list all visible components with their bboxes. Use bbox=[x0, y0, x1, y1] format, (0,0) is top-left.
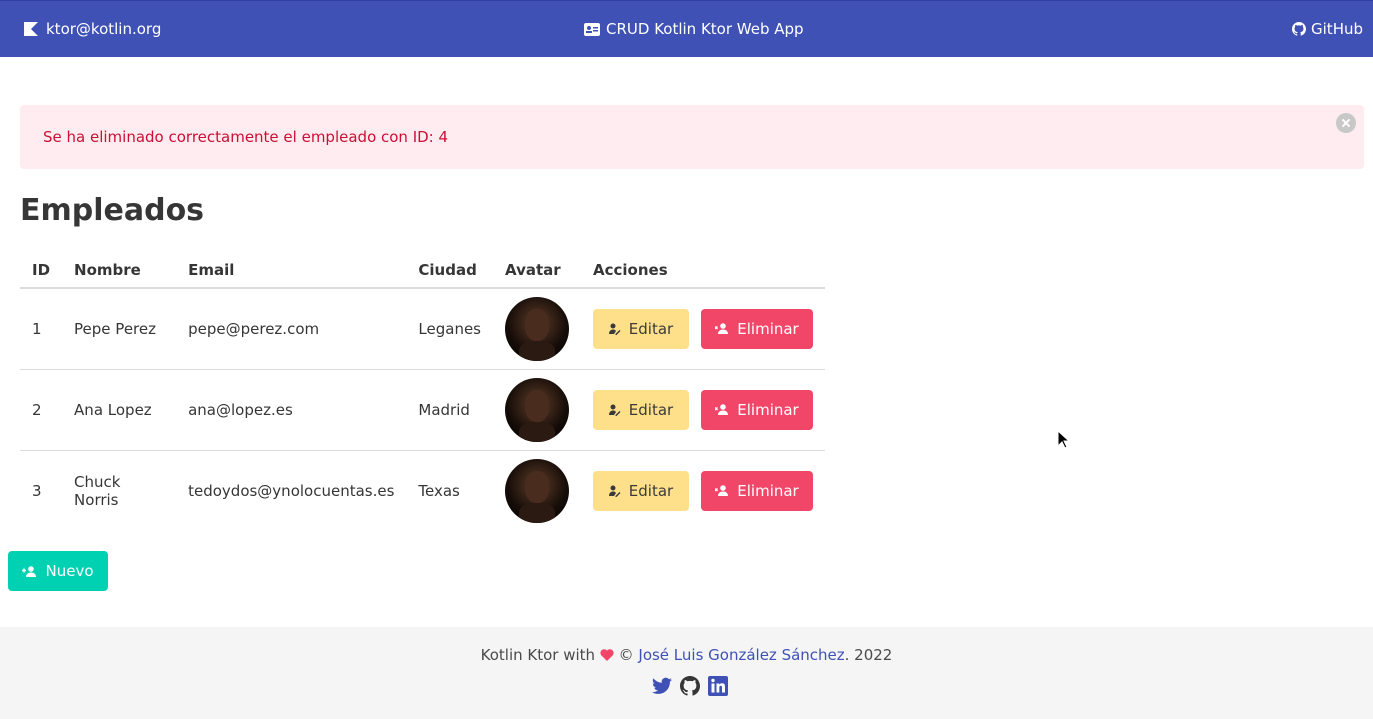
delete-button[interactable]: Eliminar bbox=[701, 389, 813, 430]
table-header-row: ID Nombre Email Ciudad Avatar Acciones bbox=[20, 252, 825, 289]
brand-text: ktor@kotlin.org bbox=[46, 20, 162, 38]
edit-button[interactable]: Editar bbox=[593, 308, 689, 349]
notification-message: Se ha eliminado correctamente el emplead… bbox=[43, 128, 449, 146]
heart-icon bbox=[600, 649, 614, 661]
github-icon[interactable] bbox=[680, 676, 700, 696]
navbar-brand[interactable]: ktor@kotlin.org bbox=[24, 19, 161, 39]
cell-id: 1 bbox=[20, 288, 63, 370]
delete-button[interactable]: Eliminar bbox=[701, 470, 813, 511]
user-edit-icon bbox=[608, 323, 621, 335]
user-add-icon bbox=[22, 565, 37, 577]
page-title: Empleados bbox=[20, 193, 205, 228]
cell-id: 3 bbox=[32, 481, 42, 500]
edit-label: Editar bbox=[628, 400, 674, 419]
cell-acciones: Editar Eliminar bbox=[581, 288, 825, 370]
footer: Kotlin Ktor with © José Luis González Sá… bbox=[0, 627, 1373, 719]
cell-email: pepe@perez.com bbox=[176, 288, 407, 370]
kotlin-logo-icon bbox=[24, 22, 38, 36]
id-card-icon bbox=[584, 22, 600, 36]
delete-label: Eliminar bbox=[737, 481, 799, 500]
avatar bbox=[505, 377, 569, 442]
user-remove-icon bbox=[715, 404, 729, 415]
cell-acciones: Editar Eliminar bbox=[581, 450, 825, 531]
cell-avatar bbox=[493, 369, 581, 451]
header-nombre: Nombre bbox=[62, 252, 177, 289]
edit-label: Editar bbox=[628, 319, 674, 338]
cell-ciudad: Madrid bbox=[406, 369, 493, 451]
table-row: 1 Pepe Perez pepe@perez.com Leganes Edit… bbox=[20, 288, 825, 370]
edit-label: Editar bbox=[628, 481, 674, 500]
edit-button[interactable]: Editar bbox=[593, 470, 689, 511]
cell-avatar bbox=[493, 450, 581, 531]
user-remove-icon bbox=[715, 323, 729, 335]
cell-acciones: Editar Eliminar bbox=[581, 369, 825, 451]
cell-email: ana@lopez.es bbox=[176, 369, 407, 451]
user-edit-icon bbox=[608, 485, 621, 497]
app-title: CRUD Kotlin Ktor Web App bbox=[606, 20, 804, 38]
twitter-icon[interactable] bbox=[652, 676, 672, 696]
footer-credits: Kotlin Ktor with © José Luis González Sá… bbox=[0, 646, 1373, 664]
delete-label: Eliminar bbox=[737, 400, 799, 419]
delete-button[interactable]: Eliminar bbox=[701, 308, 813, 349]
table-row: 3 Chuck Norris tedoydos@ynolocuentas.es … bbox=[20, 450, 825, 531]
header-acciones: Acciones bbox=[581, 252, 825, 289]
cell-ciudad: Texas bbox=[418, 481, 460, 500]
footer-prefix: Kotlin Ktor with bbox=[480, 646, 596, 664]
avatar bbox=[505, 458, 569, 523]
user-edit-icon bbox=[608, 404, 621, 416]
close-notification-button[interactable] bbox=[1336, 113, 1356, 133]
header-email: Email bbox=[176, 252, 407, 289]
header-id: ID bbox=[20, 252, 63, 289]
header-avatar: Avatar bbox=[493, 252, 581, 289]
new-employee-button[interactable]: Nuevo bbox=[8, 551, 108, 591]
table-row: 2 Ana Lopez ana@lopez.es Madrid Editar E… bbox=[20, 369, 825, 451]
new-label: Nuevo bbox=[45, 562, 94, 580]
linkedin-icon[interactable] bbox=[708, 676, 728, 696]
social-icons bbox=[652, 676, 728, 696]
navbar: ktor@kotlin.org CRUD Kotlin Ktor Web App… bbox=[0, 0, 1373, 57]
delete-label: Eliminar bbox=[737, 319, 799, 338]
cell-avatar bbox=[493, 288, 581, 370]
copyright-symbol: © bbox=[618, 646, 634, 664]
github-link[interactable]: GitHub bbox=[1292, 19, 1363, 39]
navbar-title[interactable]: CRUD Kotlin Ktor Web App bbox=[584, 19, 804, 39]
mouse-cursor-icon bbox=[1057, 430, 1069, 449]
footer-year: . 2022 bbox=[844, 646, 893, 664]
edit-button[interactable]: Editar bbox=[593, 389, 689, 430]
cell-ciudad: Leganes bbox=[406, 288, 493, 370]
cell-nombre: Chuck Norris bbox=[74, 472, 121, 509]
author-link[interactable]: José Luis González Sánchez bbox=[638, 646, 844, 664]
cell-email: tedoydos@ynolocuentas.es bbox=[188, 481, 395, 500]
cell-nombre: Pepe Perez bbox=[62, 288, 177, 370]
user-remove-icon bbox=[715, 485, 729, 497]
github-text: GitHub bbox=[1311, 20, 1363, 38]
avatar bbox=[505, 296, 569, 361]
cell-nombre: Ana Lopez bbox=[62, 369, 177, 451]
success-notification: Se ha eliminado correctamente el emplead… bbox=[20, 105, 1364, 169]
github-icon bbox=[1292, 22, 1307, 36]
cell-id: 2 bbox=[20, 369, 63, 451]
header-ciudad: Ciudad bbox=[406, 252, 493, 289]
employees-table: ID Nombre Email Ciudad Avatar Acciones 1… bbox=[20, 252, 825, 531]
